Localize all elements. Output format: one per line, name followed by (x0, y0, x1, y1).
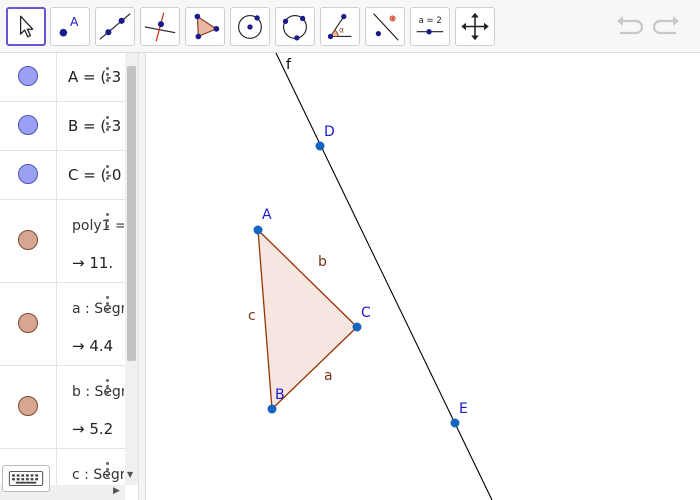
algebra-view: A = (-3 B = (-3 C = (-0 poly1 = → 11. a … (0, 53, 138, 500)
point-b[interactable] (267, 404, 277, 414)
scroll-right-arrow-icon[interactable]: ▶ (113, 486, 120, 496)
view-splitter[interactable] (138, 53, 146, 500)
algebra-definition: C = (-0 (68, 166, 122, 184)
algebra-row-segment-a[interactable]: a : Segm → 4.4 (0, 283, 125, 366)
algebra-definition: poly1 = (72, 218, 124, 234)
move-tool-button[interactable] (6, 7, 46, 46)
point-c[interactable] (352, 322, 362, 332)
visibility-marble[interactable] (18, 396, 38, 416)
visibility-marble[interactable] (18, 164, 38, 184)
line-label-f: f (286, 57, 292, 73)
algebra-definition: a : Segm (72, 301, 124, 317)
redo-button[interactable] (652, 12, 682, 40)
point-label-d: D (324, 124, 335, 140)
undo-button[interactable] (614, 12, 644, 40)
algebra-value: → 4.4 (72, 337, 114, 355)
segment-label-c: c (248, 308, 256, 324)
visibility-toggle-cell (0, 53, 57, 101)
point-tool-glyph: A (70, 15, 79, 29)
algebra-row-point-c[interactable]: C = (-0 (0, 151, 125, 200)
point-label-c: C (361, 305, 371, 321)
slider-tool-button[interactable]: a = 2 (410, 7, 450, 46)
keyboard-icon (8, 471, 44, 486)
vertical-scrollbar-thumb[interactable] (127, 66, 136, 361)
visibility-marble[interactable] (18, 313, 38, 333)
algebra-definition: c : Segm (72, 467, 124, 483)
algebra-row-point-a[interactable]: A = (-3 (0, 53, 125, 102)
algebra-definition: A = (-3 (68, 68, 122, 86)
segment-label-a: a (324, 368, 333, 384)
more-options-icon[interactable] (106, 116, 110, 134)
visibility-marble[interactable] (18, 66, 38, 86)
point-label-b: B (275, 387, 285, 403)
point-tool-button[interactable]: A (50, 7, 90, 46)
more-options-icon[interactable] (106, 462, 110, 480)
slider-icon: a = 2 (416, 16, 444, 35)
algebra-value: → 11. (72, 254, 114, 272)
more-options-icon[interactable] (106, 165, 110, 183)
cursor-arrow-icon (19, 15, 34, 38)
circle-three-points-tool-button[interactable] (275, 7, 315, 46)
perpendicular-line-tool-button[interactable] (140, 7, 180, 46)
move-graphics-view-tool-button[interactable] (455, 7, 495, 46)
algebra-row-poly1[interactable]: poly1 = → 11. (0, 200, 125, 283)
reflect-about-line-icon (373, 13, 399, 41)
slider-tool-glyph: a = 2 (419, 16, 442, 26)
graphics-view[interactable]: f a b c A B C D E (146, 53, 700, 500)
point-label-a: A (262, 207, 272, 223)
point-a[interactable] (253, 225, 263, 235)
more-options-icon[interactable] (106, 213, 110, 231)
line-tool-button[interactable] (95, 7, 135, 46)
polygon-poly1[interactable] (258, 230, 357, 409)
visibility-marble[interactable] (18, 230, 38, 250)
more-options-icon[interactable] (106, 67, 110, 85)
algebra-value: → 5.2 (72, 420, 114, 438)
point-d[interactable] (315, 141, 325, 151)
visibility-marble[interactable] (18, 115, 38, 135)
angle-icon: α (327, 13, 352, 40)
point-e[interactable] (450, 418, 460, 428)
perpendicular-line-icon (144, 12, 176, 42)
algebra-row-point-b[interactable]: B = (-3 (0, 102, 125, 151)
circle-center-tool-button[interactable] (230, 7, 270, 46)
line-through-points-icon (99, 13, 131, 40)
circle-through-points-icon (282, 15, 307, 41)
geogebra-app: A α a = 2 A = (-3 B = (-3 C = (-0 poly1 … (0, 0, 700, 500)
point-icon: A (59, 15, 79, 37)
algebra-definition: b : Segm (72, 384, 124, 400)
segment-label-b: b (318, 254, 327, 270)
circle-center-point-icon (238, 15, 262, 39)
undo-icon (617, 16, 644, 35)
angle-tool-button[interactable]: α (320, 7, 360, 46)
polygon-icon (194, 13, 220, 40)
move-arrows-icon (461, 12, 489, 41)
scroll-down-arrow-icon[interactable]: ▼ (127, 470, 133, 479)
algebra-row-segment-b[interactable]: b : Segm → 5.2 (0, 366, 125, 449)
polygon-tool-button[interactable] (185, 7, 225, 46)
svg-text:α: α (339, 26, 344, 35)
keyboard-toggle-button[interactable] (2, 465, 50, 492)
line-f[interactable] (275, 53, 493, 500)
reflect-tool-button[interactable] (365, 7, 405, 46)
toolbar: A α a = 2 (0, 0, 700, 53)
more-options-icon[interactable] (106, 379, 110, 397)
algebra-definition: B = (-3 (68, 117, 122, 135)
more-options-icon[interactable] (106, 296, 110, 314)
point-label-e: E (459, 401, 468, 417)
graphics-canvas[interactable]: f a b c A B C D E (146, 53, 700, 500)
redo-icon (652, 16, 679, 35)
